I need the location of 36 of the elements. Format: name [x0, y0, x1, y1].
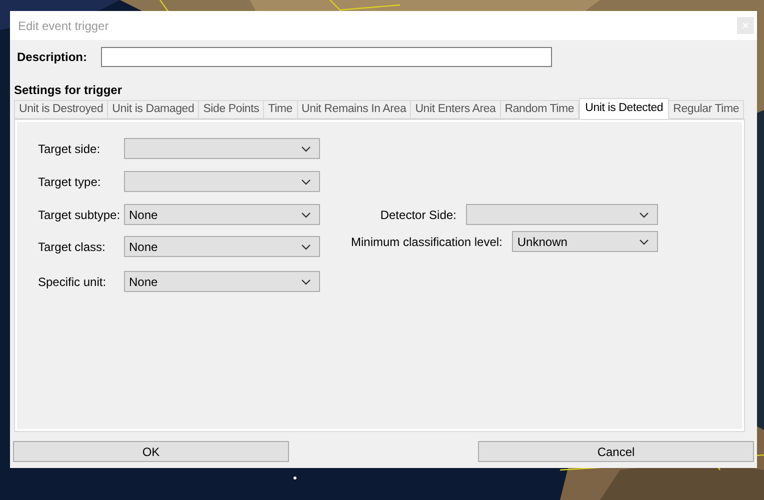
- dropdown[interactable]: [124, 171, 320, 192]
- dropdown[interactable]: None: [124, 204, 320, 225]
- chevron-down-icon: [301, 212, 311, 218]
- chevron-down-icon: [301, 146, 311, 152]
- description-label: Description:: [17, 49, 88, 66]
- dropdown[interactable]: Unknown: [512, 231, 658, 252]
- dropdown[interactable]: None: [124, 271, 320, 292]
- window-title: Edit event trigger: [18, 18, 109, 34]
- field-label: Target type:: [38, 174, 102, 190]
- ok-button[interactable]: OK: [13, 441, 289, 462]
- field-label: Specific unit:: [38, 274, 108, 290]
- tab[interactable]: Unit is Damaged: [108, 100, 200, 119]
- chevron-down-icon: [301, 244, 311, 250]
- tab[interactable]: Unit Enters Area: [411, 100, 501, 119]
- chevron-down-icon: [301, 278, 311, 284]
- chevron-down-icon: [301, 178, 311, 184]
- tab[interactable]: Unit Remains In Area: [298, 100, 412, 119]
- tab[interactable]: Regular Time: [669, 100, 744, 119]
- tab[interactable]: Time: [264, 100, 298, 119]
- tab[interactable]: Random Time: [500, 100, 580, 119]
- chevron-down-icon: [639, 212, 650, 218]
- field-label: Detector Side:: [380, 206, 456, 224]
- cancel-button[interactable]: Cancel: [478, 441, 754, 462]
- tab[interactable]: Unit is Detected: [579, 98, 670, 119]
- dropdown[interactable]: None: [124, 236, 320, 257]
- dropdown[interactable]: [466, 204, 658, 225]
- field-label: Target subtype:: [38, 206, 122, 224]
- chevron-down-icon: [639, 238, 650, 244]
- field-label: Target side:: [38, 140, 102, 158]
- dropdown[interactable]: [124, 138, 320, 159]
- description-field[interactable]: [101, 47, 552, 67]
- field-label: Target class:: [38, 238, 106, 256]
- tab[interactable]: Side Points: [199, 100, 264, 119]
- field-label: Minimum classification level:: [351, 234, 502, 250]
- tab[interactable]: Unit is Destroyed: [14, 100, 108, 119]
- section-heading: Settings for trigger: [14, 83, 124, 97]
